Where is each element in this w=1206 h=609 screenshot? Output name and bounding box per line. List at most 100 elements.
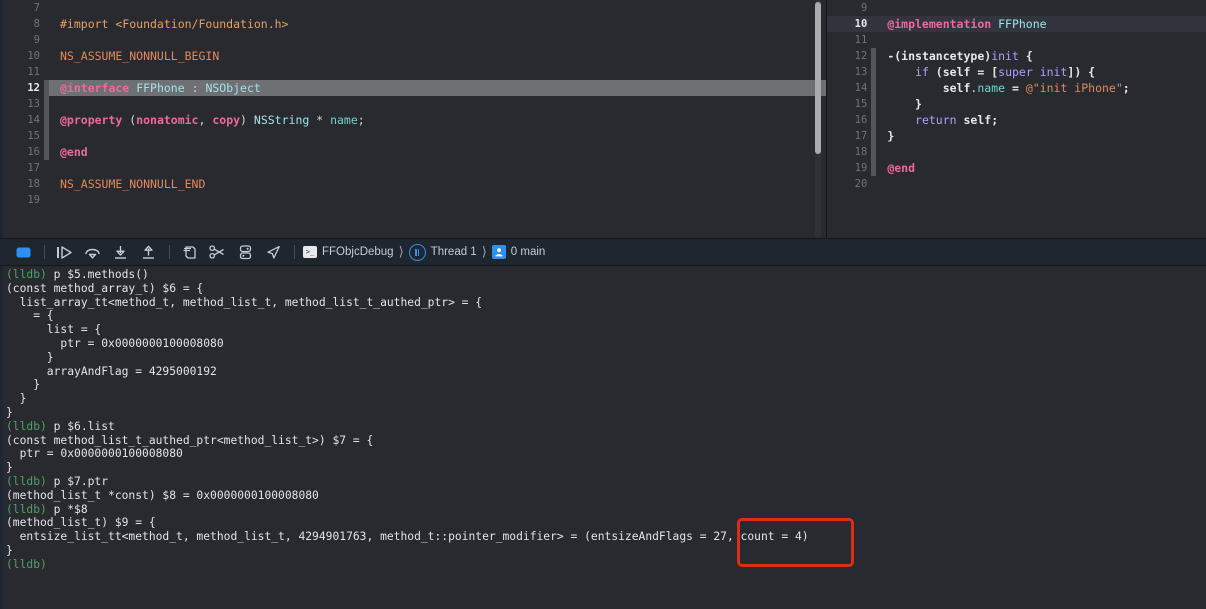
lldb-output-text: arrayAndFlag = 4295000192 xyxy=(6,364,217,378)
console-output-line: entsize_list_tt<method_t, method_list_t,… xyxy=(3,530,1206,544)
code-line[interactable]: 10 @implementation FFPhone xyxy=(827,16,1206,32)
code-line[interactable]: 18 xyxy=(827,144,1206,160)
code-lines-left: 7 8 #import <Foundation/Foundation.h> 9 10… xyxy=(0,0,827,208)
code-line[interactable]: 14 @property (nonatomic, copy) NSString *… xyxy=(0,112,826,128)
code-token: ( xyxy=(122,113,137,127)
code-line[interactable]: 14 self.name = @"init iPhone"; xyxy=(827,80,1206,96)
line-number: 20 xyxy=(854,178,868,190)
step-into-button[interactable] xyxy=(107,241,133,263)
line-number: 9 xyxy=(860,2,868,14)
continue-execution-button[interactable] xyxy=(51,241,77,263)
code-token: } xyxy=(887,97,922,111)
code-line[interactable]: 20 xyxy=(827,176,1206,192)
code-token: self xyxy=(942,81,971,95)
lldb-output-text: (method_list_t) $9 = { xyxy=(6,516,156,530)
line-number: 17 xyxy=(854,130,868,142)
step-out-button[interactable] xyxy=(135,241,161,263)
code-line[interactable]: 11 xyxy=(827,32,1206,48)
code-line[interactable]: 16 @end xyxy=(0,144,826,160)
code-line[interactable]: 16 return self; xyxy=(827,112,1206,128)
lldb-output-text: } xyxy=(6,543,13,557)
breadcrumb-thread-label: Thread 1 xyxy=(430,246,477,258)
step-over-button[interactable] xyxy=(79,241,105,263)
console-command-line: (lldb) p $7.ptr xyxy=(3,475,1206,489)
code-line[interactable]: 15 } xyxy=(827,96,1206,112)
toolbar-separator-1 xyxy=(44,245,45,259)
code-line[interactable]: 17} xyxy=(827,128,1206,144)
breadcrumb-thread[interactable]: Thread 1 xyxy=(408,243,477,261)
thread-icon xyxy=(408,243,426,261)
code-line[interactable]: 12 @interface FFPhone : NSObject xyxy=(0,80,827,96)
line-number: 16 xyxy=(27,146,40,158)
simulate-location-icon[interactable] xyxy=(260,241,286,263)
console-output-line: (method_list_t *const) $8 = 0x0000000100… xyxy=(3,489,1206,503)
code-line[interactable]: 10 NS_ASSUME_NONNULL_BEGIN xyxy=(0,48,826,64)
code-token: NSObject xyxy=(205,81,261,95)
line-number: 19 xyxy=(27,194,40,206)
console-output-line: list = { xyxy=(3,323,1206,337)
console-output-line: } xyxy=(3,351,1206,365)
code-token: = xyxy=(1005,81,1026,95)
line-number: 13 xyxy=(27,98,40,110)
code-line[interactable]: 9 xyxy=(827,0,1206,16)
line-number: 13 xyxy=(854,66,868,78)
code-line[interactable]: 13 xyxy=(0,96,826,112)
code-line[interactable]: 11 xyxy=(0,64,826,80)
code-line[interactable]: 15 xyxy=(0,128,826,144)
debug-memory-graph-button[interactable] xyxy=(204,241,230,263)
lldb-command: p $5.methods() xyxy=(53,268,149,281)
lldb-command: p *$8 xyxy=(53,502,88,516)
code-line[interactable]: 13 if (self = [super init]) { xyxy=(827,64,1206,80)
lldb-output-text: } xyxy=(6,392,27,406)
console-output-line: (const method_list_t_authed_ptr<method_l… xyxy=(3,434,1206,448)
breadcrumb-process[interactable]: >_ FFObjcDebug xyxy=(303,246,394,258)
code-line[interactable]: 19 xyxy=(0,192,826,208)
left-pane-scrollbar-thumb[interactable] xyxy=(815,2,822,154)
toolbar-separator-2 xyxy=(169,245,170,259)
code-line-text: @property (nonatomic, copy) NSString * n… xyxy=(49,112,826,128)
code-token: : xyxy=(184,81,206,95)
code-token: instancetype xyxy=(901,49,985,63)
line-number: 15 xyxy=(27,130,40,142)
breadcrumb-frame[interactable]: 0 main xyxy=(491,245,545,259)
lldb-command: p $7.ptr xyxy=(53,474,109,488)
environment-overrides-button[interactable] xyxy=(232,241,258,263)
code-line[interactable]: 8 #import <Foundation/Foundation.h> xyxy=(0,16,826,32)
code-line-text: @implementation FFPhone xyxy=(876,16,1206,32)
console-command-line: (lldb) p $6.list xyxy=(3,420,1206,434)
code-token: @end xyxy=(887,161,916,175)
code-line[interactable]: 17 xyxy=(0,160,826,176)
line-number: 8 xyxy=(33,18,40,30)
debug-view-hierarchy-button[interactable] xyxy=(176,241,202,263)
code-line[interactable]: 18 NS_ASSUME_NONNULL_END xyxy=(0,176,826,192)
code-token: ; xyxy=(1122,81,1130,95)
code-line[interactable]: 19 @end xyxy=(827,160,1206,176)
line-number: 14 xyxy=(854,82,868,94)
debug-breadcrumb: >_ FFObjcDebug ⟩ Thread 1 ⟩ 0 main xyxy=(301,243,547,261)
editor-pane-left[interactable]: 7 8 #import <Foundation/Foundation.h> 9 10… xyxy=(0,0,828,238)
console-output: (lldb) p $5.methods() (const method_array… xyxy=(3,268,1206,572)
code-token: nonatomic xyxy=(136,113,199,127)
line-number: 7 xyxy=(33,2,40,14)
code-line[interactable]: 12 -(instancetype)init { xyxy=(827,48,1206,64)
code-token: FFPhone xyxy=(136,81,185,95)
console-command-line: (lldb) xyxy=(3,558,1206,572)
line-number: 18 xyxy=(27,178,40,190)
editor-pane-right[interactable]: 9 10 @implementation FFPhone 11 12 -(instan… xyxy=(827,0,1206,238)
line-number: 19 xyxy=(854,162,868,174)
code-line[interactable]: 9 xyxy=(0,32,826,48)
code-lines-right: 9 10 @implementation FFPhone 11 12 -(instan… xyxy=(827,0,1206,192)
code-line[interactable]: 7 xyxy=(0,0,826,16)
lldb-output-text: (method_list_t *const) $8 = 0x0000000100… xyxy=(6,488,319,502)
toggle-debug-area-button[interactable] xyxy=(10,241,36,263)
code-line-text: } xyxy=(876,128,1206,144)
toolbar-separator-3 xyxy=(294,245,295,259)
code-token: self xyxy=(942,65,971,79)
code-token: = [ xyxy=(970,65,999,79)
lldb-console[interactable]: (lldb) p $5.methods() (const method_array… xyxy=(0,266,1206,609)
